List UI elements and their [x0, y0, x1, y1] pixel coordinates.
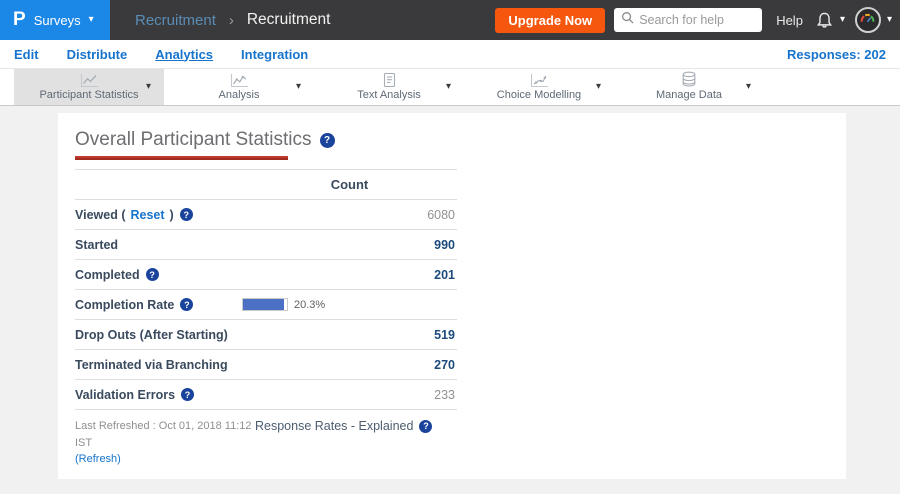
search-input[interactable] [639, 13, 756, 27]
nav-item-distribute[interactable]: Distribute [67, 47, 128, 62]
reset-link[interactable]: Reset [130, 208, 164, 222]
table-header-row: Count [75, 170, 457, 200]
caret-down-icon[interactable]: ▾ [746, 82, 751, 92]
tab-analysis[interactable]: Analysis ▾ [164, 69, 314, 105]
page-background: Overall Participant Statistics ? Count V… [0, 106, 900, 494]
breadcrumb: Recruitment › Recruitment [135, 11, 330, 29]
database-icon [681, 71, 697, 88]
nav-item-integration[interactable]: Integration [241, 47, 308, 62]
count-value: 519 [434, 327, 455, 342]
tab-text-analysis[interactable]: Text Analysis ▾ [314, 69, 464, 105]
surveys-product-menu[interactable]: P Surveys ▾ [0, 0, 110, 40]
analytics-toolbar: Participant Statistics ▾ Analysis ▾ Text Ana… [0, 68, 900, 106]
content-card: Overall Participant Statistics ? Count V… [58, 113, 846, 479]
tab-label: Choice Modelling [496, 89, 582, 101]
bar-fill [243, 299, 284, 310]
bell-icon[interactable] [815, 11, 834, 30]
count-value: 270 [434, 357, 455, 372]
table-row-terminated-via-branching: Terminated via Branching 270 [75, 350, 457, 380]
tab-label: Analysis [218, 89, 260, 101]
nav-item-analytics[interactable]: Analytics [155, 47, 213, 62]
caret-down-icon[interactable]: ▾ [296, 82, 301, 92]
tab-label: Manage Data [655, 89, 723, 101]
bar-percent-label: 20.3% [294, 298, 326, 311]
chevron-right-icon: › [228, 11, 234, 29]
breadcrumb-parent-link[interactable]: Recruitment [135, 12, 216, 29]
help-icon[interactable]: ? [419, 419, 433, 433]
help-icon[interactable]: ? [181, 388, 195, 401]
table-row-drop-outs-after-starting: Drop Outs (After Starting) 519 [75, 320, 457, 350]
row-label: Completion Rate? [75, 298, 242, 312]
tab-choice-modelling[interactable]: Choice Modelling ▾ [464, 69, 614, 105]
row-label: Started [75, 237, 119, 252]
surveys-menu-label: Surveys [33, 12, 81, 28]
help-link[interactable]: Help [776, 13, 803, 28]
response-rates-label: Response Rates - Explained [255, 419, 414, 433]
table-row-completion-rate: Completion Rate? 20.3% [75, 290, 457, 320]
count-value: 990 [434, 237, 455, 252]
top-header: P Surveys ▾ Recruitment › Recruitment Up… [0, 0, 900, 40]
responses-count[interactable]: Responses: 202 [787, 47, 886, 62]
participant-stats-table: Count Viewed (Reset)? 6080 Started 990 Compl… [75, 169, 457, 410]
help-search-box[interactable] [614, 8, 763, 32]
survey-nav: Edit Distribute Analytics Integration Respo… [0, 40, 900, 68]
breadcrumb-current: Recruitment [246, 11, 331, 28]
caret-down-icon[interactable]: ▾ [840, 15, 845, 25]
gauge-icon [859, 11, 876, 29]
last-refreshed-block: Last Refreshed : Oct 01, 2018 11:12 IST … [75, 418, 255, 468]
caret-down-icon: ▾ [88, 14, 94, 25]
response-rates-explained[interactable]: Response Rates - Explained ? [255, 419, 433, 433]
scatter-chart-icon [530, 73, 549, 88]
search-icon [621, 11, 634, 29]
caret-down-icon[interactable]: ▾ [446, 82, 451, 92]
caret-down-icon[interactable]: ▾ [146, 82, 151, 92]
help-icon[interactable]: ? [319, 132, 335, 148]
help-icon[interactable]: ? [179, 208, 193, 221]
row-label: Validation Errors? [75, 388, 242, 402]
row-label: Terminated via Branching [75, 357, 228, 372]
table-row-validation-errors: Validation Errors? 233 [75, 380, 457, 410]
table-row-viewed: Viewed (Reset)? 6080 [75, 200, 457, 230]
count-value: 201 [434, 267, 455, 282]
help-icon[interactable]: ? [145, 268, 159, 281]
line-chart-icon [80, 73, 99, 88]
count-value: 6080 [427, 207, 455, 222]
nav-item-edit[interactable]: Edit [14, 47, 39, 62]
refresh-link[interactable]: (Refresh) [75, 453, 121, 465]
avatar[interactable] [854, 7, 881, 33]
red-highlight-underline [75, 156, 288, 160]
last-refreshed-text: Last Refreshed : Oct 01, 2018 11:12 IST [75, 420, 252, 449]
upgrade-now-button[interactable]: Upgrade Now [495, 7, 606, 33]
bar-track [242, 298, 288, 311]
table-row-completed: Completed? 201 [75, 260, 457, 290]
row-label: Completed? [75, 268, 242, 282]
help-icon[interactable]: ? [180, 298, 194, 311]
tab-manage-data[interactable]: Manage Data ▾ [614, 69, 764, 105]
tab-label: Participant Statistics [39, 89, 139, 101]
caret-down-icon[interactable]: ▾ [596, 82, 601, 92]
count-value: 233 [434, 387, 455, 402]
count-column-header: Count [330, 177, 369, 192]
caret-down-icon[interactable]: ▾ [887, 15, 892, 25]
table-row-started: Started 990 [75, 230, 457, 260]
document-icon [382, 72, 397, 88]
trend-chart-icon [230, 73, 249, 88]
table-footer: Last Refreshed : Oct 01, 2018 11:12 IST … [75, 418, 457, 468]
row-label: Viewed (Reset)? [75, 208, 242, 222]
page-title: Overall Participant Statistics [75, 129, 312, 150]
header-actions: Upgrade Now Help ▾ ▾ [495, 7, 900, 33]
completion-rate-bar: 20.3% [242, 298, 457, 311]
tab-label: Text Analysis [357, 89, 421, 101]
row-label: Drop Outs (After Starting) [75, 327, 228, 342]
app-window: P Surveys ▾ Recruitment › Recruitment Up… [0, 0, 900, 494]
tab-participant-statistics[interactable]: Participant Statistics ▾ [14, 69, 164, 105]
questionpro-logo: P [13, 9, 26, 30]
